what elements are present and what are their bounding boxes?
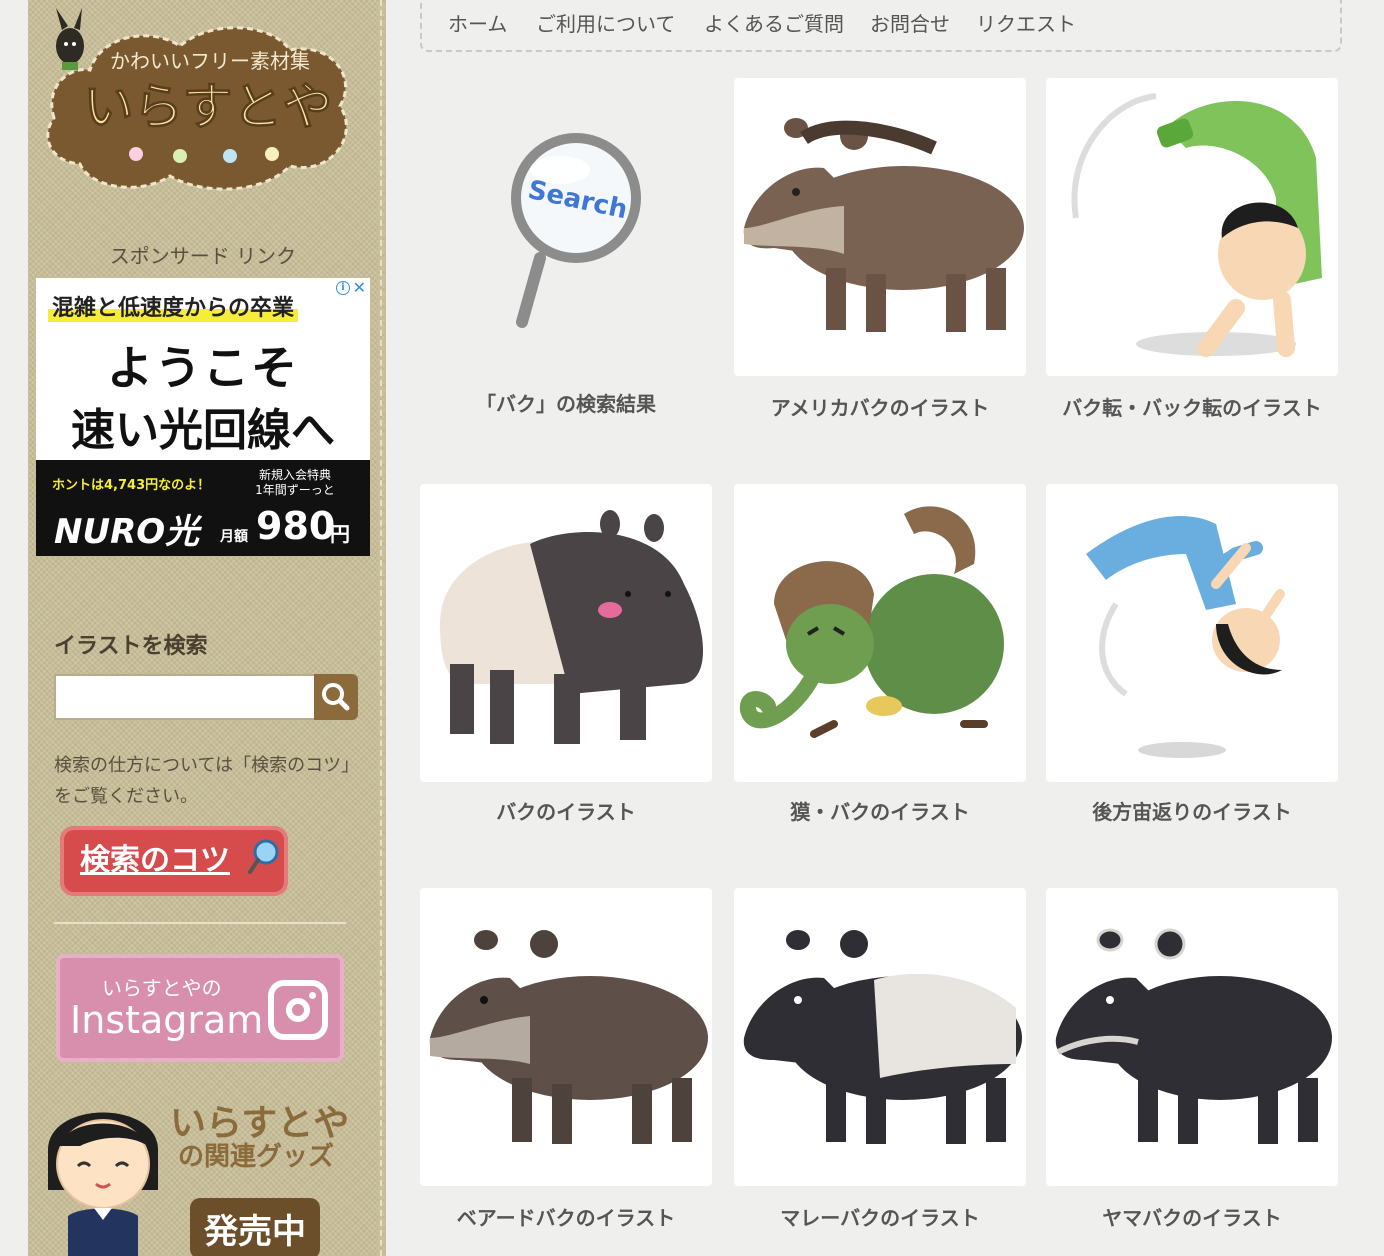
ad-note: ホントは4,743円なのよ！ bbox=[52, 478, 211, 493]
search-button[interactable] bbox=[314, 674, 358, 720]
bairds-tapir-icon bbox=[429, 930, 708, 1144]
nav-about[interactable]: ご利用について bbox=[536, 8, 675, 37]
goods-banner-subtitle: の関連グッズ bbox=[178, 1142, 335, 1172]
ad-line-2: 速い光回線へ bbox=[71, 405, 335, 456]
logo-name: いらすとや bbox=[84, 78, 333, 136]
nav-home[interactable]: ホーム bbox=[448, 8, 507, 37]
illustration-card[interactable] bbox=[734, 484, 1026, 782]
advertisement-banner[interactable]: i ✕ 混雑と低速度からの卒業 ようこそ 速い光回線へ ホントは4,743円なの… bbox=[36, 278, 370, 556]
ad-headline: 混雑と低速度からの卒業 bbox=[48, 290, 299, 322]
ad-promo: 新規入会特典 1年間ずーっと bbox=[255, 468, 335, 497]
goods-banner-badge: 発売中 bbox=[190, 1198, 320, 1256]
card-title[interactable]: アメリカバクのイラスト bbox=[734, 392, 1026, 421]
card-title[interactable]: バク転・バック転のイラスト bbox=[1046, 392, 1338, 421]
magnifier-icon bbox=[248, 839, 279, 874]
sponsored-links-label: スポンサード リンク bbox=[109, 244, 297, 268]
sidebar-divider bbox=[54, 922, 346, 924]
back-somersault-icon bbox=[1086, 515, 1285, 758]
nav-faq[interactable]: よくあるご質問 bbox=[704, 8, 844, 37]
mythical-baku-icon bbox=[739, 506, 1004, 738]
logo-bunny-mascot bbox=[56, 8, 84, 70]
ad-close-icon[interactable]: ✕ bbox=[353, 278, 366, 297]
malayan-tapir-icon bbox=[743, 930, 1022, 1144]
ad-brand: NURO光 bbox=[54, 512, 200, 552]
mountain-tapir-icon bbox=[1055, 928, 1332, 1144]
shop-clerk-illustration bbox=[48, 1112, 158, 1256]
illustration-card[interactable] bbox=[734, 78, 1026, 376]
malayan-tapir-cute-icon bbox=[440, 510, 704, 744]
logo-tagline: かわいいフリー素材集 bbox=[110, 49, 310, 73]
ad-info-icon[interactable]: i bbox=[336, 281, 350, 295]
search-magnifier-icon: Search bbox=[511, 133, 641, 328]
ad-price-unit: 円 bbox=[330, 522, 350, 546]
backflip-boy-icon bbox=[1071, 93, 1322, 357]
related-goods-banner[interactable]: いらすとや の関連グッズ 発売中 bbox=[40, 1080, 370, 1256]
search-tips-button[interactable]: 検索のコツ bbox=[60, 826, 288, 896]
search-tips-label: 検索のコツ bbox=[80, 843, 230, 878]
card-title[interactable]: マレーバクのイラスト bbox=[734, 1202, 1026, 1231]
top-navigation: ホーム ご利用について よくあるご質問 お問合せ リクエスト bbox=[420, 0, 1342, 52]
search-icon bbox=[322, 683, 350, 711]
search-heading: イラストを検索 bbox=[54, 634, 208, 659]
american-tapir-icon bbox=[743, 118, 1024, 332]
illustration-card[interactable] bbox=[420, 484, 712, 782]
instagram-banner-title: Instagram bbox=[70, 998, 264, 1042]
illustration-card[interactable] bbox=[734, 888, 1026, 1186]
illustration-card[interactable] bbox=[1046, 888, 1338, 1186]
ad-footer: ホントは4,743円なのよ！ NURO光 新規入会特典 1年間ずーっと 月額 9… bbox=[36, 460, 370, 556]
sidebar-stitch-line bbox=[380, 0, 382, 1256]
search-result-tile: Search bbox=[420, 78, 712, 376]
instagram-icon bbox=[268, 980, 328, 1040]
card-title[interactable]: 獏・バクのイラスト bbox=[734, 796, 1026, 825]
ad-price: 980 bbox=[256, 504, 336, 548]
search-result-heading: 「バク」の検索結果 bbox=[476, 392, 656, 416]
instagram-banner[interactable]: いらすとやの Instagram bbox=[56, 954, 344, 1062]
site-logo[interactable]: かわいいフリー素材集 いらすとや bbox=[40, 6, 360, 196]
card-title[interactable]: ヤマバクのイラスト bbox=[1046, 1202, 1338, 1231]
ad-price-label: 月額 bbox=[220, 529, 248, 545]
illustration-card[interactable] bbox=[1046, 484, 1338, 782]
illustration-card[interactable] bbox=[1046, 78, 1338, 376]
illustration-card[interactable] bbox=[420, 888, 712, 1186]
card-title[interactable]: 後方宙返りのイラスト bbox=[1046, 796, 1338, 825]
card-title[interactable]: バクのイラスト bbox=[420, 796, 712, 825]
nav-request[interactable]: リクエスト bbox=[976, 8, 1076, 37]
instagram-banner-subtitle: いらすとやの bbox=[102, 976, 222, 1000]
search-input[interactable] bbox=[54, 674, 314, 720]
card-title[interactable]: ベアードバクのイラスト bbox=[420, 1202, 712, 1231]
ad-line-1: ようこそ bbox=[107, 341, 299, 395]
nav-contact[interactable]: お問合せ bbox=[870, 8, 950, 37]
logo-image: かわいいフリー素材集 いらすとや bbox=[46, 8, 348, 191]
search-help-text: 検索の仕方については「検索のコツ」をご覧ください。 bbox=[54, 755, 351, 807]
